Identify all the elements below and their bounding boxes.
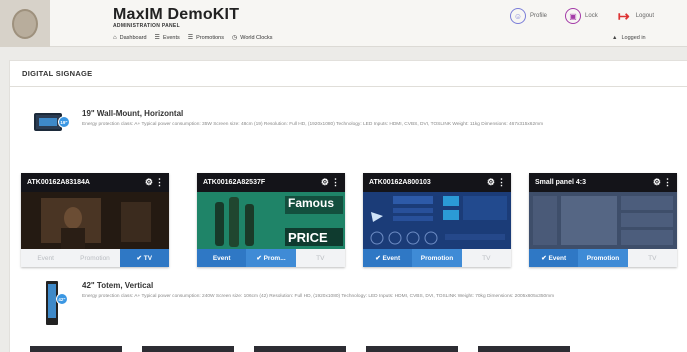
tab-promotion[interactable]: Promotion (412, 249, 462, 267)
user-icon: ☺ (510, 8, 526, 24)
tab-tv[interactable]: ✔ TV (119, 249, 169, 267)
nav-dashboard-label: Dashboard (119, 34, 147, 41)
tab-tv[interactable]: TV (627, 249, 677, 267)
user-small-icon: ▲ (612, 35, 618, 41)
event-schedule-image (363, 192, 511, 249)
tab-event[interactable]: ✔ Event (363, 249, 413, 267)
more-menu-icon[interactable]: ⋮ (155, 177, 164, 187)
lock-icon: ▣ (565, 8, 582, 24)
screen-preview: Famous PRICE (197, 192, 345, 249)
nav-promotions-label: Promotions (196, 34, 224, 41)
device-card[interactable] (366, 346, 458, 352)
more-menu-icon[interactable]: ⋮ (663, 177, 672, 187)
tv-scene-image (21, 192, 169, 249)
more-menu-icon[interactable]: ⋮ (497, 177, 506, 187)
tab-event[interactable]: Event (21, 249, 71, 267)
title-divider (10, 86, 687, 87)
promo-headline: Famous (288, 196, 335, 210)
device-card[interactable]: ATK00162A82537F ⚙ ⋮ Famous PRICE Event ✔ (197, 173, 345, 267)
size-badge: 19" (58, 116, 70, 128)
nav-world-clocks[interactable]: ◷ World Clocks (231, 34, 273, 42)
main-content: DIGITAL SIGNAGE 19" 19" Wall-Mount, Hori… (9, 60, 687, 352)
device-title: 42" Totem, Vertical (82, 281, 154, 290)
tv-device-icon: 19" (34, 113, 70, 135)
events-icon: ☰ (154, 35, 160, 41)
nav-events[interactable]: ☰ Events (154, 34, 180, 42)
card-header: ATK00162A82537F ⚙ ⋮ (197, 173, 345, 192)
brand: MaxIM DemoKIT ADMINISTRATION PANEL (113, 6, 239, 29)
device-title: 19" Wall-Mount, Horizontal (82, 109, 184, 118)
logged-in-label: Logged in (621, 35, 646, 41)
more-menu-icon[interactable]: ⋮ (331, 177, 340, 187)
gear-icon[interactable]: ⚙ (653, 177, 661, 187)
tab-event[interactable]: Event (197, 249, 247, 267)
device-description: Energy protection class: A+ Typical powe… (82, 294, 555, 299)
profile-button[interactable]: ☺ Profile (510, 8, 547, 24)
device-id: ATK00162A83184A (27, 179, 90, 186)
size-badge: 42" (56, 293, 68, 305)
totem-device-icon (46, 281, 58, 325)
main-nav: ⌂ Dashboard ☰ Events ☰ Promotions ◷ Worl… (113, 34, 273, 42)
logout-icon: ↦ (617, 7, 630, 24)
logged-in-status: ▲ Logged in (612, 35, 646, 41)
nav-dashboard[interactable]: ⌂ Dashboard (113, 34, 147, 41)
gear-icon[interactable]: ⚙ (145, 177, 153, 187)
lock-button[interactable]: ▣ Lock (565, 8, 598, 24)
device-card[interactable] (30, 346, 122, 352)
page-title: DIGITAL SIGNAGE (22, 69, 93, 78)
device-description: Energy protection class: A+ Typical powe… (82, 122, 544, 127)
card-tabs: Event Promotion ✔ TV (21, 249, 169, 267)
card-tabs: Event ✔ Prom... TV (197, 249, 345, 267)
promo-price: PRICE (288, 230, 328, 245)
profile-label: Profile (530, 13, 548, 19)
tab-promotion[interactable]: ✔ Prom... (246, 249, 296, 267)
card-header: ATK00162A83184A ⚙ ⋮ (21, 173, 169, 192)
app-logo[interactable] (0, 0, 50, 47)
device-id: ATK00162A800103 (369, 179, 431, 186)
device-id: Small panel 4:3 (535, 179, 586, 186)
screen-preview (529, 192, 677, 249)
panel-layout-image (529, 192, 677, 249)
lock-label: Lock (585, 13, 598, 19)
device-card[interactable] (254, 346, 346, 352)
device-group-wall-mount: 19" 19" Wall-Mount, Horizontal Energy pr… (10, 101, 687, 141)
home-icon: ⌂ (113, 34, 117, 41)
tab-promotion[interactable]: Promotion (70, 249, 120, 267)
card-tabs: ✔ Event Promotion TV (363, 249, 511, 267)
gear-icon[interactable]: ⚙ (487, 177, 495, 187)
card-header: ATK00162A800103 ⚙ ⋮ (363, 173, 511, 192)
device-group-totem: 42" 42" Totem, Vertical Energy protectio… (10, 279, 687, 339)
nav-events-label: Events (162, 34, 180, 41)
card-header: Small panel 4:3 ⚙ ⋮ (529, 173, 677, 192)
device-card[interactable]: Small panel 4:3 ⚙ ⋮ ✔ Event Promotion TV (529, 173, 677, 267)
screen-preview (21, 192, 169, 249)
top-header: MaxIM DemoKIT ADMINISTRATION PANEL ⌂ Das… (0, 0, 687, 47)
tab-tv[interactable]: TV (461, 249, 511, 267)
next-card-row (30, 346, 670, 352)
device-id: ATK00162A82537F (203, 179, 266, 186)
tab-tv[interactable]: TV (295, 249, 345, 267)
gear-icon[interactable]: ⚙ (321, 177, 329, 187)
promotions-icon: ☰ (187, 35, 194, 41)
logout-label: Logout (635, 13, 655, 19)
tab-event[interactable]: ✔ Event (529, 249, 579, 267)
logout-button[interactable]: ↦ Logout (616, 8, 654, 24)
card-tabs: ✔ Event Promotion TV (529, 249, 677, 267)
device-card[interactable]: ATK00162A800103 ⚙ ⋮ ✔ Event Promotion TV (363, 173, 511, 267)
tab-promotion[interactable]: Promotion (578, 249, 628, 267)
device-card[interactable] (478, 346, 570, 352)
device-card[interactable] (142, 346, 234, 352)
logo-emblem-icon (12, 8, 38, 39)
nav-world-clocks-label: World Clocks (240, 34, 273, 41)
device-card[interactable]: ATK00162A83184A ⚙ ⋮ Event Promotion ✔ TV (21, 173, 169, 267)
app-subtitle: ADMINISTRATION PANEL (113, 23, 180, 29)
screen-preview (363, 192, 511, 249)
header-actions: ☺ Profile ▣ Lock ↦ Logout (510, 8, 654, 24)
nav-promotions[interactable]: ☰ Promotions (187, 34, 224, 42)
device-cards: ATK00162A83184A ⚙ ⋮ Event Promotion ✔ TV (21, 173, 681, 267)
clock-icon: ◷ (231, 35, 238, 41)
app-title: MaxIM DemoKIT (113, 6, 240, 23)
